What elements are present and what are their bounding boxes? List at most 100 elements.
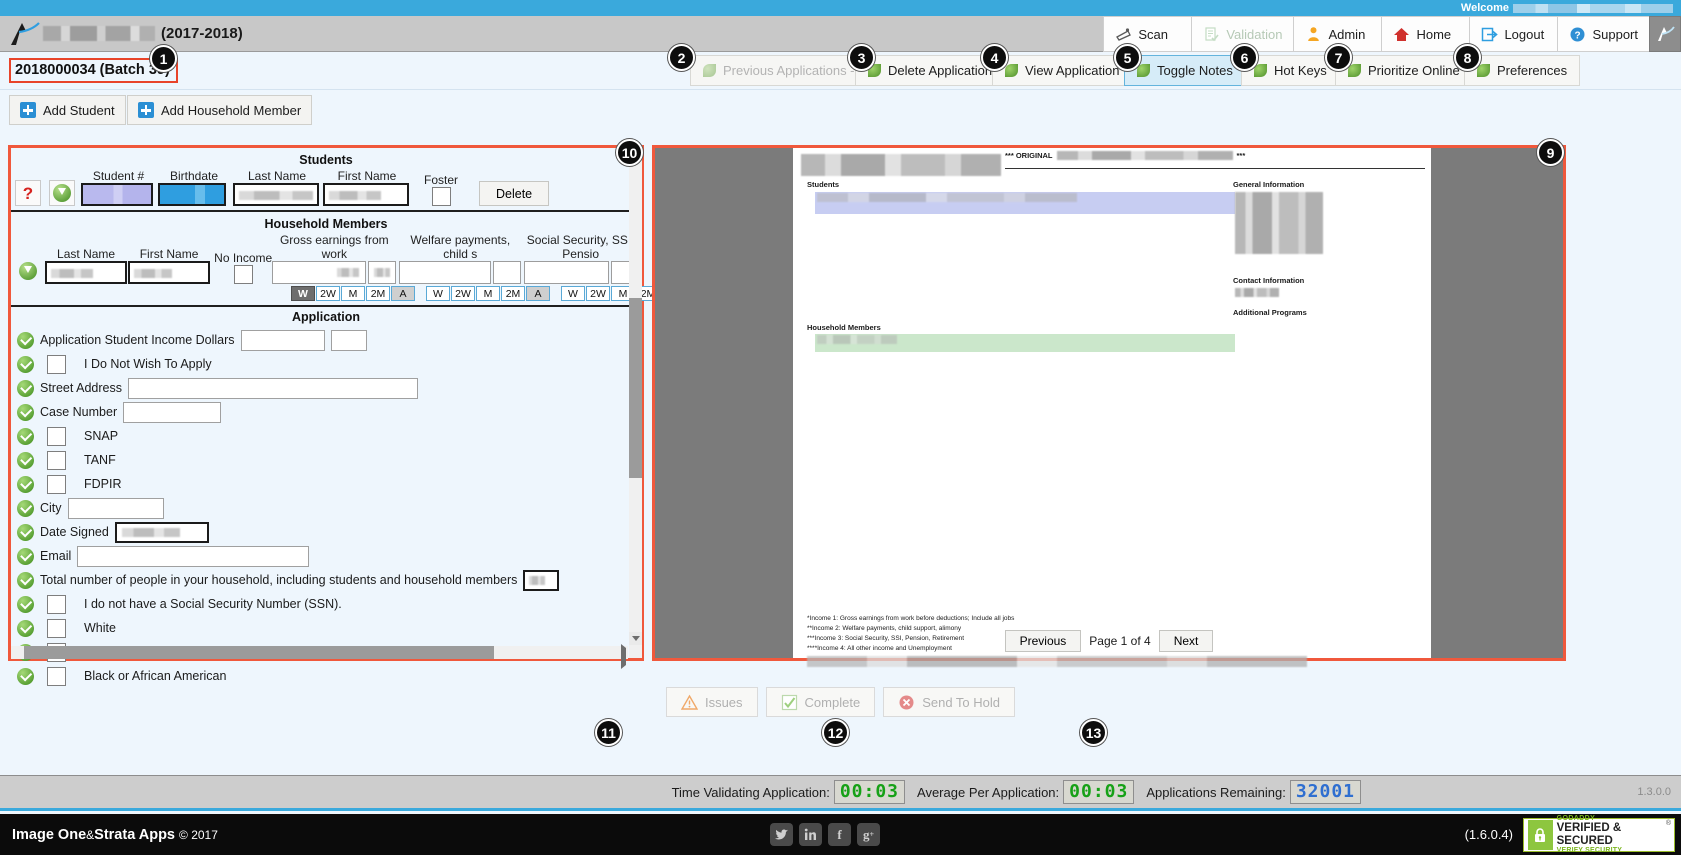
twitter-icon[interactable] [770,823,793,846]
student-number-input[interactable] [81,183,153,206]
freq-w-1[interactable]: W [291,286,315,301]
doc-contact-info-heading: Contact Information [1233,276,1305,285]
fdpir-checkbox[interactable] [47,474,66,494]
delete-student-button[interactable]: Delete [479,181,550,206]
status-bar: Time Validating Application: 00:03 Avera… [0,775,1681,811]
freq-2w-1[interactable]: 2W [316,286,340,301]
googleplus-icon[interactable]: g + [857,823,880,846]
nav-scan-button[interactable]: Scan [1103,16,1192,52]
complete-label: Complete [804,694,861,710]
nav-logout-button[interactable]: Logout [1469,16,1558,52]
callout-badge-8: 8 [1454,44,1481,71]
snap-checkbox[interactable] [47,426,66,446]
freq-a-2[interactable]: A [526,286,550,301]
field-row-no-ssn: I do not have a Social Security Number (… [17,592,641,616]
add-household-member-label: Add Household Member [161,102,302,118]
download-arrow-icon [19,262,37,280]
field-row-email: Email [17,544,641,568]
household-total-input[interactable] [523,569,560,591]
case-number-input[interactable] [123,401,222,423]
welfare-payments-input[interactable] [399,261,492,284]
tanf-checkbox[interactable] [47,450,66,470]
do-not-wish-to-apply-checkbox[interactable] [47,354,66,374]
scroll-down-button[interactable] [629,632,642,645]
facebook-icon[interactable]: f [828,823,851,846]
street-address-input[interactable] [128,377,418,399]
social-links: f g + [770,823,880,846]
hh-last-name-input[interactable] [45,261,128,284]
label-white: White [84,621,116,635]
plus-icon [138,102,154,118]
nav-brand-icon[interactable] [1649,16,1681,52]
district-name-redacted [43,26,155,41]
gross-earnings-frequency-box[interactable] [368,261,397,284]
leaf-icon [1137,64,1150,77]
scroll-right-button[interactable] [621,644,626,669]
preferences-button[interactable]: Preferences [1464,55,1581,86]
birthdate-input[interactable] [158,183,226,206]
student-download-button[interactable] [49,180,75,206]
form-horizontal-scrollbar[interactable] [11,644,628,669]
freq-2w-2[interactable]: 2W [451,286,475,301]
race-white-checkbox[interactable] [47,618,66,638]
foster-checkbox[interactable] [431,187,451,206]
student-income-input[interactable] [240,329,325,351]
toggle-notes-button[interactable]: Toggle Notes [1124,55,1246,86]
label-date-signed: Date Signed [40,525,109,539]
hh-first-name-input[interactable] [128,261,211,284]
date-signed-input[interactable] [114,521,209,543]
student-income-frequency-input[interactable] [330,329,367,351]
previous-page-button[interactable]: Previous [1004,630,1082,652]
welcome-user-redacted [1513,3,1673,13]
freq-w-2[interactable]: W [426,286,450,301]
nav-home-button[interactable]: Home [1381,16,1470,52]
application-action-row: 2018000034 (Batch 39) Previous Applicati… [0,52,1681,90]
issues-button[interactable]: Issues [665,687,758,717]
help-button[interactable]: ? [15,180,41,206]
view-application-button[interactable]: View Application [992,55,1133,86]
welfare-frequency-box[interactable] [493,261,522,284]
freq-2m-2[interactable]: 2M [501,286,525,301]
social-security-input[interactable] [524,261,610,284]
no-ssn-checkbox[interactable] [47,594,66,614]
freq-m-2[interactable]: M [476,286,500,301]
leaf-icon [1477,64,1490,77]
household-download-button[interactable] [15,258,41,284]
warning-triangle-icon [680,694,699,711]
no-income-checkbox[interactable] [233,265,253,284]
doc-household-heading: Household Members [807,323,881,332]
next-page-button[interactable]: Next [1158,630,1214,652]
send-to-hold-button[interactable]: Send To Hold [883,687,1016,717]
linkedin-icon[interactable] [799,823,822,846]
field-row-snap: SNAP [17,424,641,448]
city-input[interactable] [67,497,164,519]
application-field-list: Application Student Income Dollars I Do … [11,326,641,688]
add-student-button[interactable]: Add Student [9,95,126,125]
vertical-scroll-thumb[interactable] [629,298,642,478]
horizontal-scroll-thumb[interactable] [24,646,494,659]
race-black-checkbox[interactable] [47,666,66,686]
nav-support-button[interactable]: ? Support [1557,16,1649,52]
student-last-name-input[interactable] [233,183,319,206]
header-foster: Foster [423,173,458,187]
field-row-street-address: Street Address [17,376,641,400]
valid-check-icon [17,523,34,541]
complete-button[interactable]: Complete [765,687,876,717]
nav-admin-label: Admin [1328,26,1366,42]
freq-w-3[interactable]: W [561,286,585,301]
freq-2w-3[interactable]: 2W [586,286,610,301]
document-page: *** ORIGINAL *** Students General Inform… [793,148,1431,667]
student-first-name-input[interactable] [323,183,409,206]
email-input[interactable] [77,545,310,567]
logout-icon [1481,26,1499,43]
view-application-label: View Application [1025,63,1120,78]
doc-general-info-redacted [1235,192,1323,254]
freq-m-1[interactable]: M [341,286,365,301]
prioritize-online-button[interactable]: Prioritize Online [1335,55,1473,86]
form-vertical-scrollbar[interactable] [629,148,642,658]
gross-earnings-input[interactable] [272,261,367,284]
leaf-icon [1005,64,1018,77]
freq-a-1[interactable]: A [391,286,415,301]
freq-2m-1[interactable]: 2M [366,286,390,301]
add-household-member-button[interactable]: Add Household Member [127,95,313,125]
